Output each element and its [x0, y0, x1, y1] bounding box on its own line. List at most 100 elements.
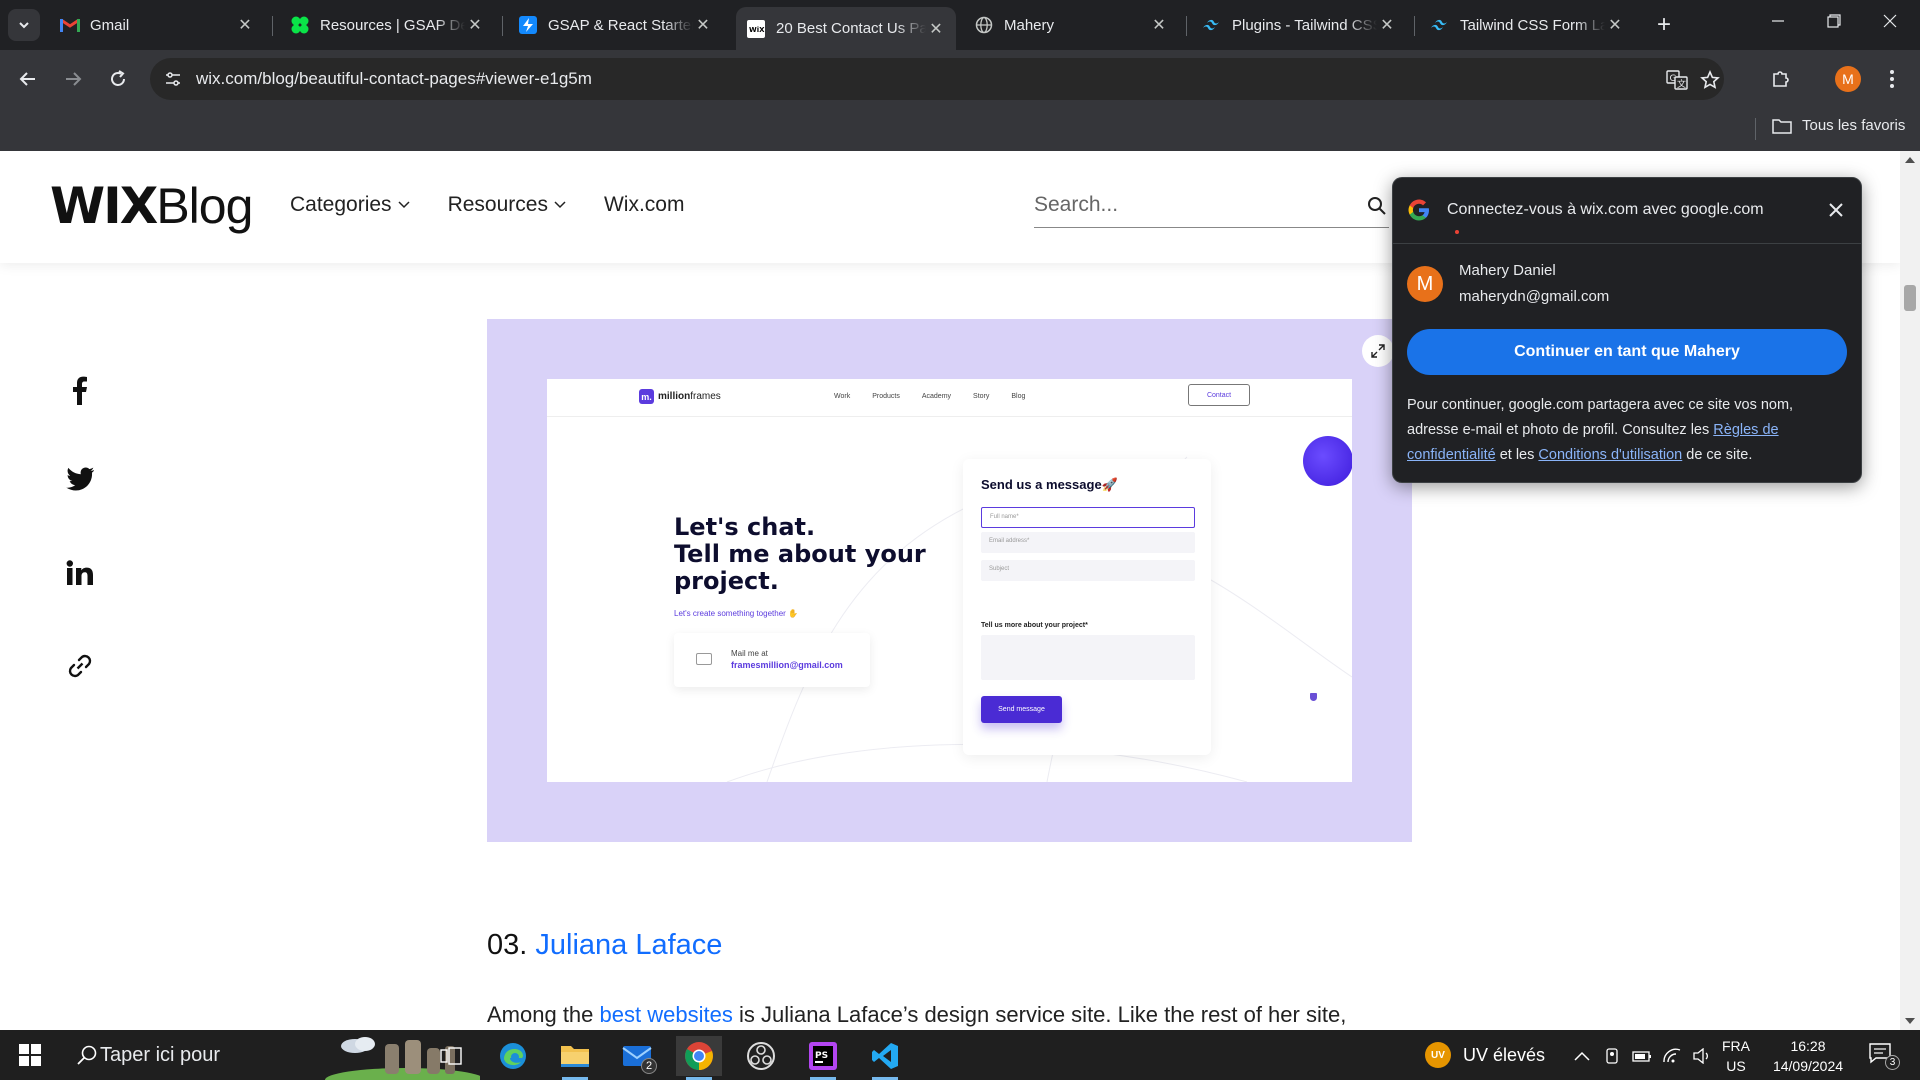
mock-field-name: Full name* [981, 507, 1195, 528]
taskbar-search[interactable]: Taper ici pour [60, 1030, 480, 1080]
obs-icon [747, 1042, 775, 1070]
search-icon [77, 1045, 97, 1065]
svg-text:文: 文 [1677, 78, 1686, 90]
tab-title: Plugins - Tailwind CSS [1232, 16, 1377, 34]
close-icon[interactable]: ✕ [926, 19, 946, 39]
tab-title: Gmail [90, 16, 130, 34]
close-icon[interactable]: ✕ [1149, 15, 1169, 35]
start-button[interactable] [10, 1042, 50, 1068]
scrollbar-thumb[interactable] [1904, 285, 1916, 311]
task-view-button[interactable] [428, 1036, 474, 1076]
account-name: Mahery Daniel [1459, 262, 1556, 279]
search-input[interactable] [1034, 190, 1334, 220]
continue-as-button[interactable]: Continuer en tant que Mahery [1407, 329, 1847, 375]
mock-field-email: Email address* [981, 532, 1195, 553]
scroll-up-icon[interactable] [1905, 157, 1915, 163]
stackblitz-icon [518, 15, 538, 35]
copy-link-button[interactable] [60, 646, 100, 686]
share-twitter-button[interactable] [60, 460, 100, 500]
popup-close-button[interactable] [1824, 198, 1848, 222]
translate-icon[interactable]: G文 [1664, 67, 1690, 93]
close-icon[interactable]: ✕ [1605, 15, 1625, 35]
taskbar-chrome[interactable] [676, 1036, 722, 1080]
share-facebook-button[interactable] [60, 370, 100, 410]
expand-image-button[interactable] [1362, 335, 1394, 367]
mock-logo: m. million frames [639, 389, 721, 404]
profile-avatar[interactable]: M [1835, 66, 1861, 92]
mock-headline-line: project. [674, 567, 779, 595]
mock-link: Blog [1011, 393, 1026, 400]
wifi-icon[interactable] [1662, 1046, 1682, 1066]
close-icon[interactable]: ✕ [693, 15, 713, 35]
restore-button[interactable] [1814, 12, 1854, 33]
page-scrollbar[interactable] [1900, 151, 1920, 1030]
tab-tailwind-plugins[interactable]: Plugins - Tailwind CSS ✕ [1192, 7, 1407, 43]
battery-icon[interactable] [1632, 1046, 1652, 1066]
nav-categories[interactable]: Categories [290, 193, 410, 217]
system-clock[interactable]: 16:28 14/09/2024 [1768, 1036, 1848, 1076]
google-g-icon [1407, 198, 1431, 227]
mock-form-card: Send us a message🚀 Full name* Email addr… [963, 459, 1211, 755]
volume-icon[interactable] [1692, 1046, 1712, 1066]
section-title-link[interactable]: Juliana Laface [535, 929, 722, 961]
tab-search-button[interactable] [8, 9, 40, 41]
extensions-button[interactable] [1766, 64, 1796, 94]
mock-link: Products [872, 393, 900, 400]
taskbar-obs[interactable] [738, 1036, 784, 1076]
wix-blog-logo[interactable]: WIXBlog [50, 177, 253, 235]
search-icon[interactable] [1367, 196, 1387, 216]
forward-button[interactable] [58, 64, 88, 94]
tab-gsap-react[interactable]: GSAP & React Starter ✕ [508, 7, 723, 43]
close-icon[interactable]: ✕ [465, 15, 485, 35]
share-linkedin-button[interactable] [60, 553, 100, 593]
all-bookmarks-button[interactable]: Tous les favoris [1772, 117, 1905, 134]
taskbar-file-explorer[interactable] [552, 1036, 598, 1080]
reload-button[interactable] [103, 64, 133, 94]
bookmarks-separator [1755, 118, 1756, 140]
tab-gsap-resources[interactable]: Resources | GSAP Dev Tools ✕ [280, 7, 495, 43]
taskbar-phpstorm[interactable]: PS [800, 1036, 846, 1080]
scroll-down-icon[interactable] [1905, 1018, 1915, 1024]
close-icon[interactable]: ✕ [1377, 15, 1397, 35]
weather-text: UV élevés [1463, 1044, 1546, 1065]
chevron-down-icon [554, 201, 566, 209]
tab-gmail[interactable]: Gmail ✕ [50, 7, 265, 43]
para-text: is Juliana Laface’s design service site.… [738, 1002, 1347, 1027]
tab-mahery[interactable]: Mahery ✕ [964, 7, 1179, 43]
url-text: wix.com/blog/beautiful-contact-pages#vie… [196, 69, 592, 88]
tab-tailwind-forms[interactable]: Tailwind CSS Form Layouts ✕ [1420, 7, 1635, 43]
minimize-button[interactable] [1758, 12, 1798, 33]
tab-wix-contact-pages[interactable]: WiX 20 Best Contact Us Pages ✕ [736, 7, 956, 50]
notification-center-button[interactable]: 3 [1868, 1042, 1900, 1070]
windows-logo-icon [19, 1044, 41, 1066]
taskbar-edge[interactable] [490, 1036, 536, 1076]
menu-kebab-icon[interactable] [1884, 66, 1900, 92]
close-icon [1883, 14, 1897, 28]
address-bar[interactable]: wix.com/blog/beautiful-contact-pages#vie… [150, 58, 1724, 100]
taskbar-mail[interactable]: 2 [614, 1036, 660, 1076]
facebook-icon [73, 376, 87, 405]
close-window-button[interactable] [1870, 12, 1910, 33]
nav-wixcom[interactable]: Wix.com [604, 193, 685, 217]
new-tab-button[interactable]: + [1650, 12, 1678, 38]
input-language[interactable]: FRA US [1722, 1036, 1750, 1076]
folder-icon [561, 1046, 589, 1067]
clock-time: 16:28 [1790, 1038, 1826, 1054]
tab-separator [1414, 16, 1415, 36]
article-image[interactable]: m. million frames Work Products Academy S… [487, 319, 1412, 842]
tab-title: GSAP & React Starter [548, 16, 693, 34]
taskbar-vscode[interactable] [862, 1036, 908, 1080]
best-websites-link[interactable]: best websites [600, 1002, 733, 1027]
back-button[interactable] [13, 64, 43, 94]
mock-link: Story [973, 393, 990, 400]
tray-overflow-button[interactable] [1572, 1046, 1592, 1066]
bookmark-star-icon[interactable] [1697, 67, 1723, 93]
terms-of-service-link[interactable]: Conditions d'utilisation [1538, 447, 1682, 463]
site-info-icon[interactable] [160, 66, 186, 92]
edge-icon [500, 1043, 526, 1069]
all-bookmarks-label: Tous les favoris [1802, 117, 1906, 134]
close-icon[interactable]: ✕ [235, 15, 255, 35]
nav-resources[interactable]: Resources [448, 193, 566, 217]
weather-widget[interactable]: UV UV élevés [1425, 1042, 1545, 1068]
tray-meet-icon[interactable] [1602, 1046, 1622, 1066]
